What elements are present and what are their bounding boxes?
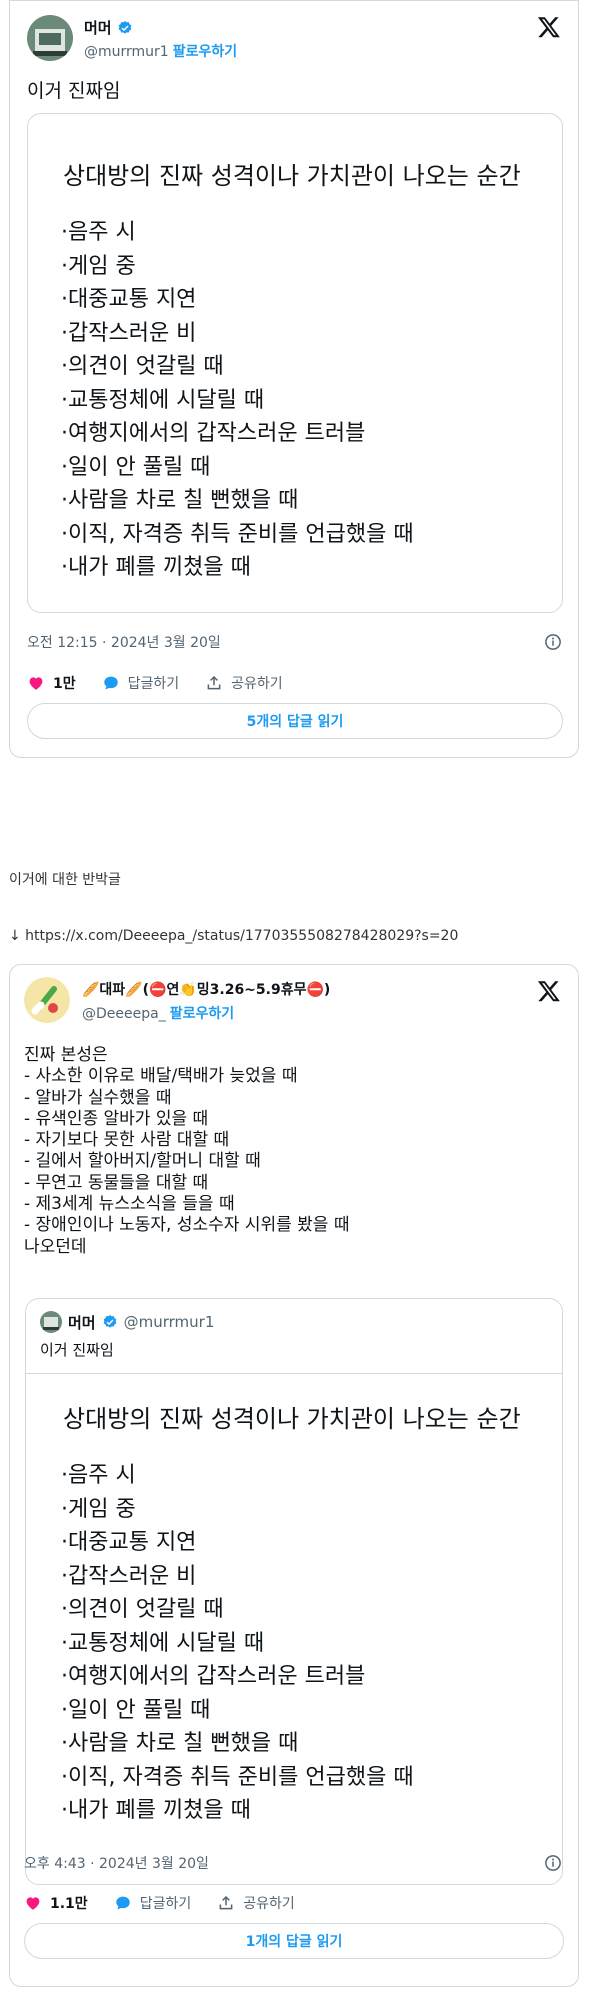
tweet-text-line: - 장애인이나 노동자, 성소수자 시위를 봤을 때 — [24, 1215, 350, 1236]
list-item: ·일이 안 풀릴 때 — [61, 454, 211, 480]
caption-text: 이거에 대한 반박글 — [9, 872, 121, 888]
list-item: ·갑작스러운 비 — [61, 320, 197, 346]
verified-badge-icon — [103, 1315, 116, 1328]
quoted-text: 이거 진짜임 — [40, 1341, 114, 1359]
list-item: ·대중교통 지연 — [61, 287, 197, 312]
share-icon — [219, 1895, 233, 1910]
image-list: ·음주 시 ·게임 중 ·대중교통 지연 ·갑작스러운 비 ·의견이 엇갈릴 때 ·교통정… — [61, 1459, 414, 1828]
quoted-image[interactable]: 상대방의 진짜 성격이나 가치관이 나오는 순간 ·음주 시 ·게임 중 ·대중교통… — [26, 1373, 562, 1884]
reply-label: 답글하기 — [139, 1896, 192, 1912]
share-label: 공유하기 — [231, 676, 283, 692]
image-title: 상대방의 진짜 성격이나 가치관이 나오는 순간 — [63, 1405, 521, 1433]
x-logo-icon[interactable] — [537, 979, 561, 1003]
list-item: ·여행지에서의 갑작스러운 트러블 — [61, 421, 366, 446]
tweet-text-line: - 사소한 이유로 배달/택배가 늦었을 때 — [24, 1066, 298, 1087]
source-link[interactable]: ↓ https://x.com/Deeeepa_/status/17703555… — [9, 928, 458, 944]
follow-button[interactable]: 팔로우하기 — [173, 44, 237, 60]
tweet-card-1: 머머 @murrmur1 팔로우하기 이거 진짜임 상대방의 진짜 성격이나 가치… — [9, 0, 579, 758]
reply-label: 답글하기 — [127, 676, 180, 692]
list-item: ·여행지에서의 갑작스러운 트러블 — [61, 1664, 366, 1689]
like-button[interactable]: 1만 — [27, 673, 76, 693]
list-item: ·의견이 엇갈릴 때 — [61, 1597, 224, 1622]
list-item: ·사람을 차로 칠 뻔했을 때 — [61, 488, 299, 513]
list-item: ·내가 폐를 끼쳤을 때 — [61, 555, 251, 580]
tweet-text-line: - 알바가 실수했을 때 — [24, 1087, 172, 1108]
avatar[interactable] — [24, 977, 70, 1023]
share-button[interactable]: 공유하기 — [205, 673, 283, 693]
heart-icon — [26, 1897, 40, 1910]
handle[interactable]: @Deeeepa_ — [82, 1006, 166, 1022]
like-button[interactable]: 1.1만 — [24, 1893, 88, 1913]
share-button[interactable]: 공유하기 — [217, 1893, 295, 1913]
tweet-timestamp[interactable]: 오후 4:43 · 2024년 3월 20일 — [24, 1853, 209, 1873]
quoted-handle: @murrmur1 — [123, 1313, 215, 1331]
list-item: ·음주 시 — [61, 1463, 136, 1488]
follow-button[interactable]: 팔로우하기 — [170, 1006, 234, 1022]
read-replies-button[interactable]: 5개의 답글 읽기 — [27, 703, 563, 739]
list-item: ·이직, 자격증 취득 준비를 언급했을 때 — [61, 1764, 414, 1790]
quoted-tweet[interactable]: 머머 @murrmur1 이거 진짜임 상대방의 진짜 성격이나 가치관이 나오… — [25, 1298, 563, 1885]
list-item: ·일이 안 풀릴 때 — [61, 1697, 211, 1723]
verified-badge-icon — [118, 20, 131, 34]
image-list: ·음주 시 ·게임 중 ·대중교통 지연 ·갑작스러운 비 ·의견이 엇갈릴 때 ·교통정… — [61, 216, 414, 585]
tweet-text-line: - 자기보다 못한 사람 대할 때 — [24, 1130, 230, 1151]
tweet-text-line: - 유색인종 알바가 있을 때 — [24, 1108, 209, 1129]
quoted-avatar — [40, 1311, 62, 1333]
reply-bubble-icon — [103, 676, 118, 690]
list-item: ·게임 중 — [61, 1496, 136, 1522]
tweet-text: 이거 진짜임 — [27, 80, 121, 102]
reply-bubble-icon — [115, 1896, 130, 1910]
list-item: ·이직, 자격증 취득 준비를 언급했을 때 — [61, 521, 414, 547]
list-item: ·교통정체에 시달릴 때 — [61, 387, 265, 413]
reply-button[interactable]: 답글하기 — [114, 1893, 192, 1913]
like-count: 1만 — [53, 676, 76, 692]
tweet-image[interactable]: 상대방의 진짜 성격이나 가치관이 나오는 순간 ·음주 시 ·게임 중 ·대중교통… — [27, 113, 563, 613]
list-item: ·갑작스러운 비 — [61, 1563, 197, 1589]
share-icon — [207, 675, 221, 690]
info-icon[interactable] — [544, 633, 562, 651]
like-count: 1.1만 — [50, 1896, 88, 1912]
tweet-text-line: 진짜 본성은 — [24, 1045, 108, 1065]
tweet-text: 진짜 본성은 - 사소한 이유로 배달/택배가 늦었을 때- 알바가 실수했을 때… — [24, 1045, 349, 1258]
avatar[interactable] — [27, 15, 73, 61]
tweet-text-line: 나오던데 — [24, 1236, 87, 1257]
list-item: ·내가 폐를 끼쳤을 때 — [61, 1798, 251, 1823]
list-item: ·사람을 차로 칠 뻔했을 때 — [61, 1731, 299, 1756]
display-name[interactable]: 🥖대파🥖(⛔연👏밍3.26~5.9휴무⛔) — [82, 979, 330, 999]
share-label: 공유하기 — [243, 1896, 295, 1912]
tweet-text-line: - 길에서 할아버지/할머니 대할 때 — [24, 1151, 261, 1172]
list-item: ·대중교통 지연 — [61, 1530, 197, 1555]
list-item: ·의견이 엇갈릴 때 — [61, 354, 224, 379]
list-item: ·게임 중 — [61, 253, 136, 279]
info-icon[interactable] — [544, 1854, 562, 1872]
display-name[interactable]: 머머 — [84, 17, 112, 38]
read-replies-button[interactable]: 1개의 답글 읽기 — [24, 1923, 564, 1959]
image-title: 상대방의 진짜 성격이나 가치관이 나오는 순간 — [63, 162, 521, 190]
tweet-text-line: - 제3세계 뉴스소식을 들을 때 — [24, 1194, 235, 1215]
x-logo-icon[interactable] — [537, 15, 561, 39]
reply-button[interactable]: 답글하기 — [102, 673, 180, 693]
tweet-text-line: - 무연고 동물들을 대할 때 — [24, 1172, 209, 1193]
tweet-card-2: 🥖대파🥖(⛔연👏밍3.26~5.9휴무⛔) @Deeeepa_ 팔로우하기 진짜 … — [9, 964, 579, 1987]
list-item: ·교통정체에 시달릴 때 — [61, 1630, 265, 1656]
tweet-timestamp[interactable]: 오전 12:15 · 2024년 3월 20일 — [27, 632, 221, 652]
heart-icon — [29, 677, 43, 690]
list-item: ·음주 시 — [61, 220, 136, 245]
handle[interactable]: @murrmur1 — [84, 44, 169, 60]
quoted-display-name: 머머 — [68, 1313, 96, 1332]
